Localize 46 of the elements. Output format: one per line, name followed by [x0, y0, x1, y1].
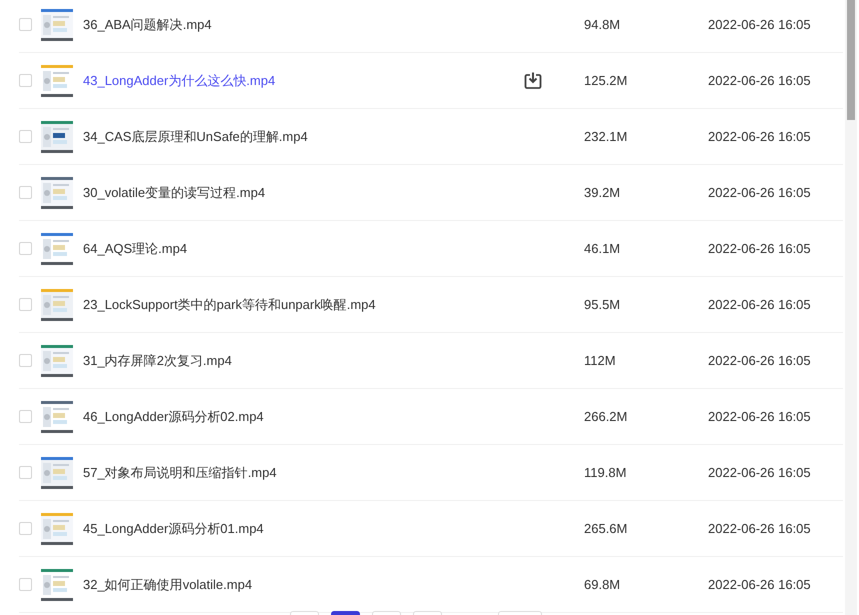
- file-name[interactable]: 45_LongAdder源码分析01.mp4: [83, 520, 523, 538]
- checkbox[interactable]: [19, 578, 32, 591]
- file-name[interactable]: 57_对象布局说明和压缩指针.mp4: [83, 464, 523, 482]
- file-size: 94.8M: [584, 17, 622, 32]
- file-size: 69.8M: [584, 577, 622, 592]
- modified-date: 2022-06-26 16:05: [708, 465, 811, 480]
- file-size: 266.2M: [584, 409, 628, 424]
- checkbox[interactable]: [19, 354, 32, 367]
- file-name[interactable]: 64_AQS理论.mp4: [83, 240, 523, 258]
- file-name[interactable]: 30_volatile变量的读写过程.mp4: [83, 184, 523, 202]
- checkbox[interactable]: [19, 130, 32, 143]
- checkbox[interactable]: [19, 242, 32, 255]
- modified-date: 2022-06-26 16:05: [708, 73, 811, 88]
- modified-date: 2022-06-26 16:05: [708, 353, 811, 368]
- file-size: 125.2M: [584, 73, 628, 88]
- modified-date: 2022-06-26 16:05: [708, 17, 811, 32]
- checkbox[interactable]: [19, 186, 32, 199]
- modified-date: 2022-06-26 16:05: [708, 129, 811, 144]
- checkbox[interactable]: [19, 522, 32, 535]
- file-name[interactable]: 46_LongAdder源码分析02.mp4: [83, 408, 523, 426]
- modified-date: 2022-06-26 16:05: [708, 577, 811, 592]
- file-name[interactable]: 34_CAS底层原理和UnSafe的理解.mp4: [83, 128, 523, 146]
- checkbox[interactable]: [19, 466, 32, 479]
- file-size: 232.1M: [584, 129, 628, 144]
- file-name[interactable]: 32_如何正确使用volatile.mp4: [83, 576, 523, 594]
- modified-date: 2022-06-26 16:05: [708, 521, 811, 536]
- checkbox[interactable]: [19, 18, 32, 31]
- file-size: 95.5M: [584, 297, 622, 312]
- file-size: 119.8M: [584, 465, 628, 480]
- file-size: 39.2M: [584, 185, 622, 200]
- file-name[interactable]: 31_内存屏障2次复习.mp4: [83, 352, 523, 370]
- file-size: 112M: [584, 353, 617, 368]
- checkbox[interactable]: [19, 298, 32, 311]
- file-size: 46.1M: [584, 241, 622, 256]
- modified-date: 2022-06-26 16:05: [708, 409, 811, 424]
- modified-date: 2022-06-26 16:05: [708, 185, 811, 200]
- file-size: 265.6M: [584, 521, 628, 536]
- checkbox[interactable]: [19, 74, 32, 87]
- checkbox[interactable]: [19, 410, 32, 423]
- file-name[interactable]: 23_LockSupport类中的park等待和unpark唤醒.mp4: [83, 296, 523, 314]
- modified-date: 2022-06-26 16:05: [708, 241, 811, 256]
- file-name[interactable]: 43_LongAdder为什么这么快.mp4: [83, 72, 523, 90]
- modified-date: 2022-06-26 16:05: [708, 297, 811, 312]
- download-icon[interactable]: [523, 70, 543, 90]
- file-name[interactable]: 36_ABA问题解决.mp4: [83, 16, 523, 34]
- scrollbar-thumb[interactable]: [847, 0, 855, 120]
